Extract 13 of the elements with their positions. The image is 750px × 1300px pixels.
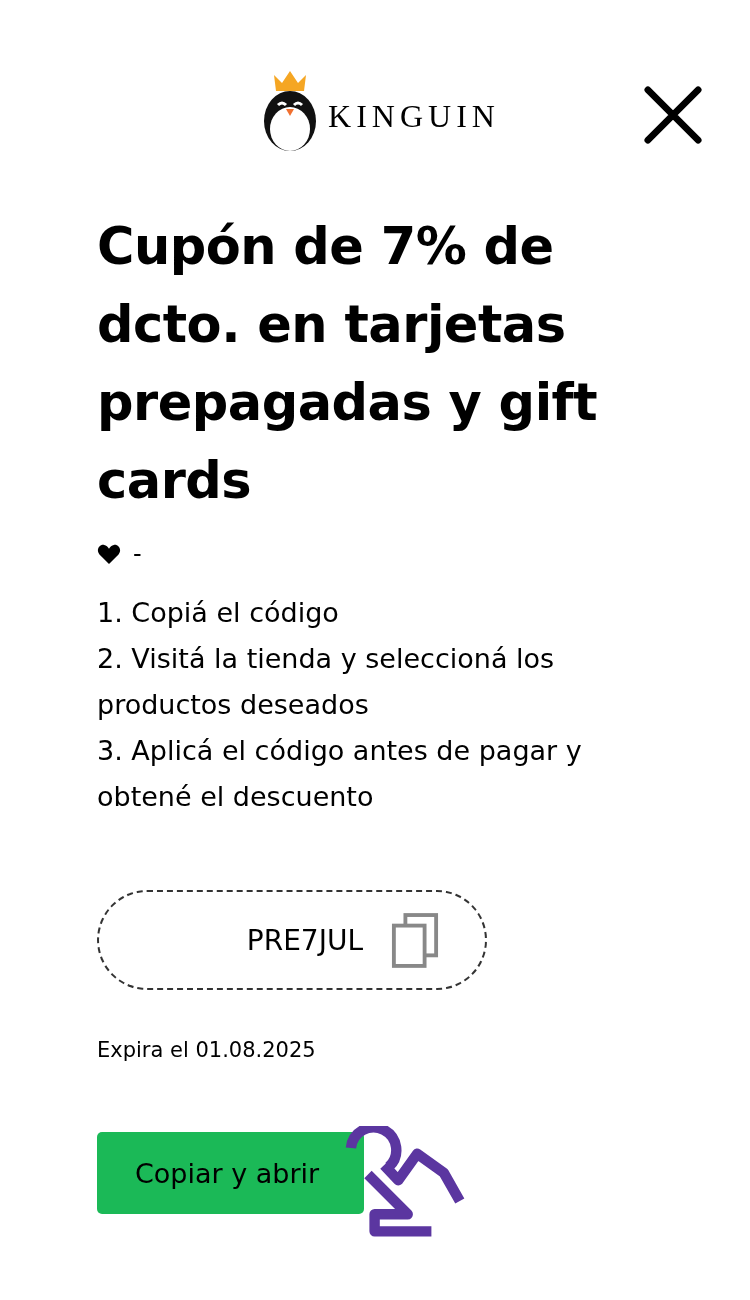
copy-icon (391, 912, 439, 968)
copy-and-open-button[interactable]: Copiar y abrir (97, 1132, 364, 1214)
close-icon (644, 86, 702, 144)
coupon-code-button[interactable]: PRE7JUL (97, 890, 487, 990)
heart-icon (97, 543, 121, 565)
meta-text: - (133, 540, 142, 568)
step-text: 1. Copiá el código (97, 596, 340, 630)
logo-text: KINGUIN (328, 98, 500, 136)
close-button[interactable] (644, 86, 702, 144)
step-text: 2. Visitá la tienda y seleccioná los productos deseados (97, 642, 556, 722)
offer-title: Cupón de 7% de dcto. en tarjetas prepagadas y gift cards (97, 216, 599, 512)
expiry-text: Expira el 01.08.2025 (97, 1038, 317, 1062)
step-text: 3. Aplicá el código antes de pagar y obtené el descuento (97, 734, 583, 814)
